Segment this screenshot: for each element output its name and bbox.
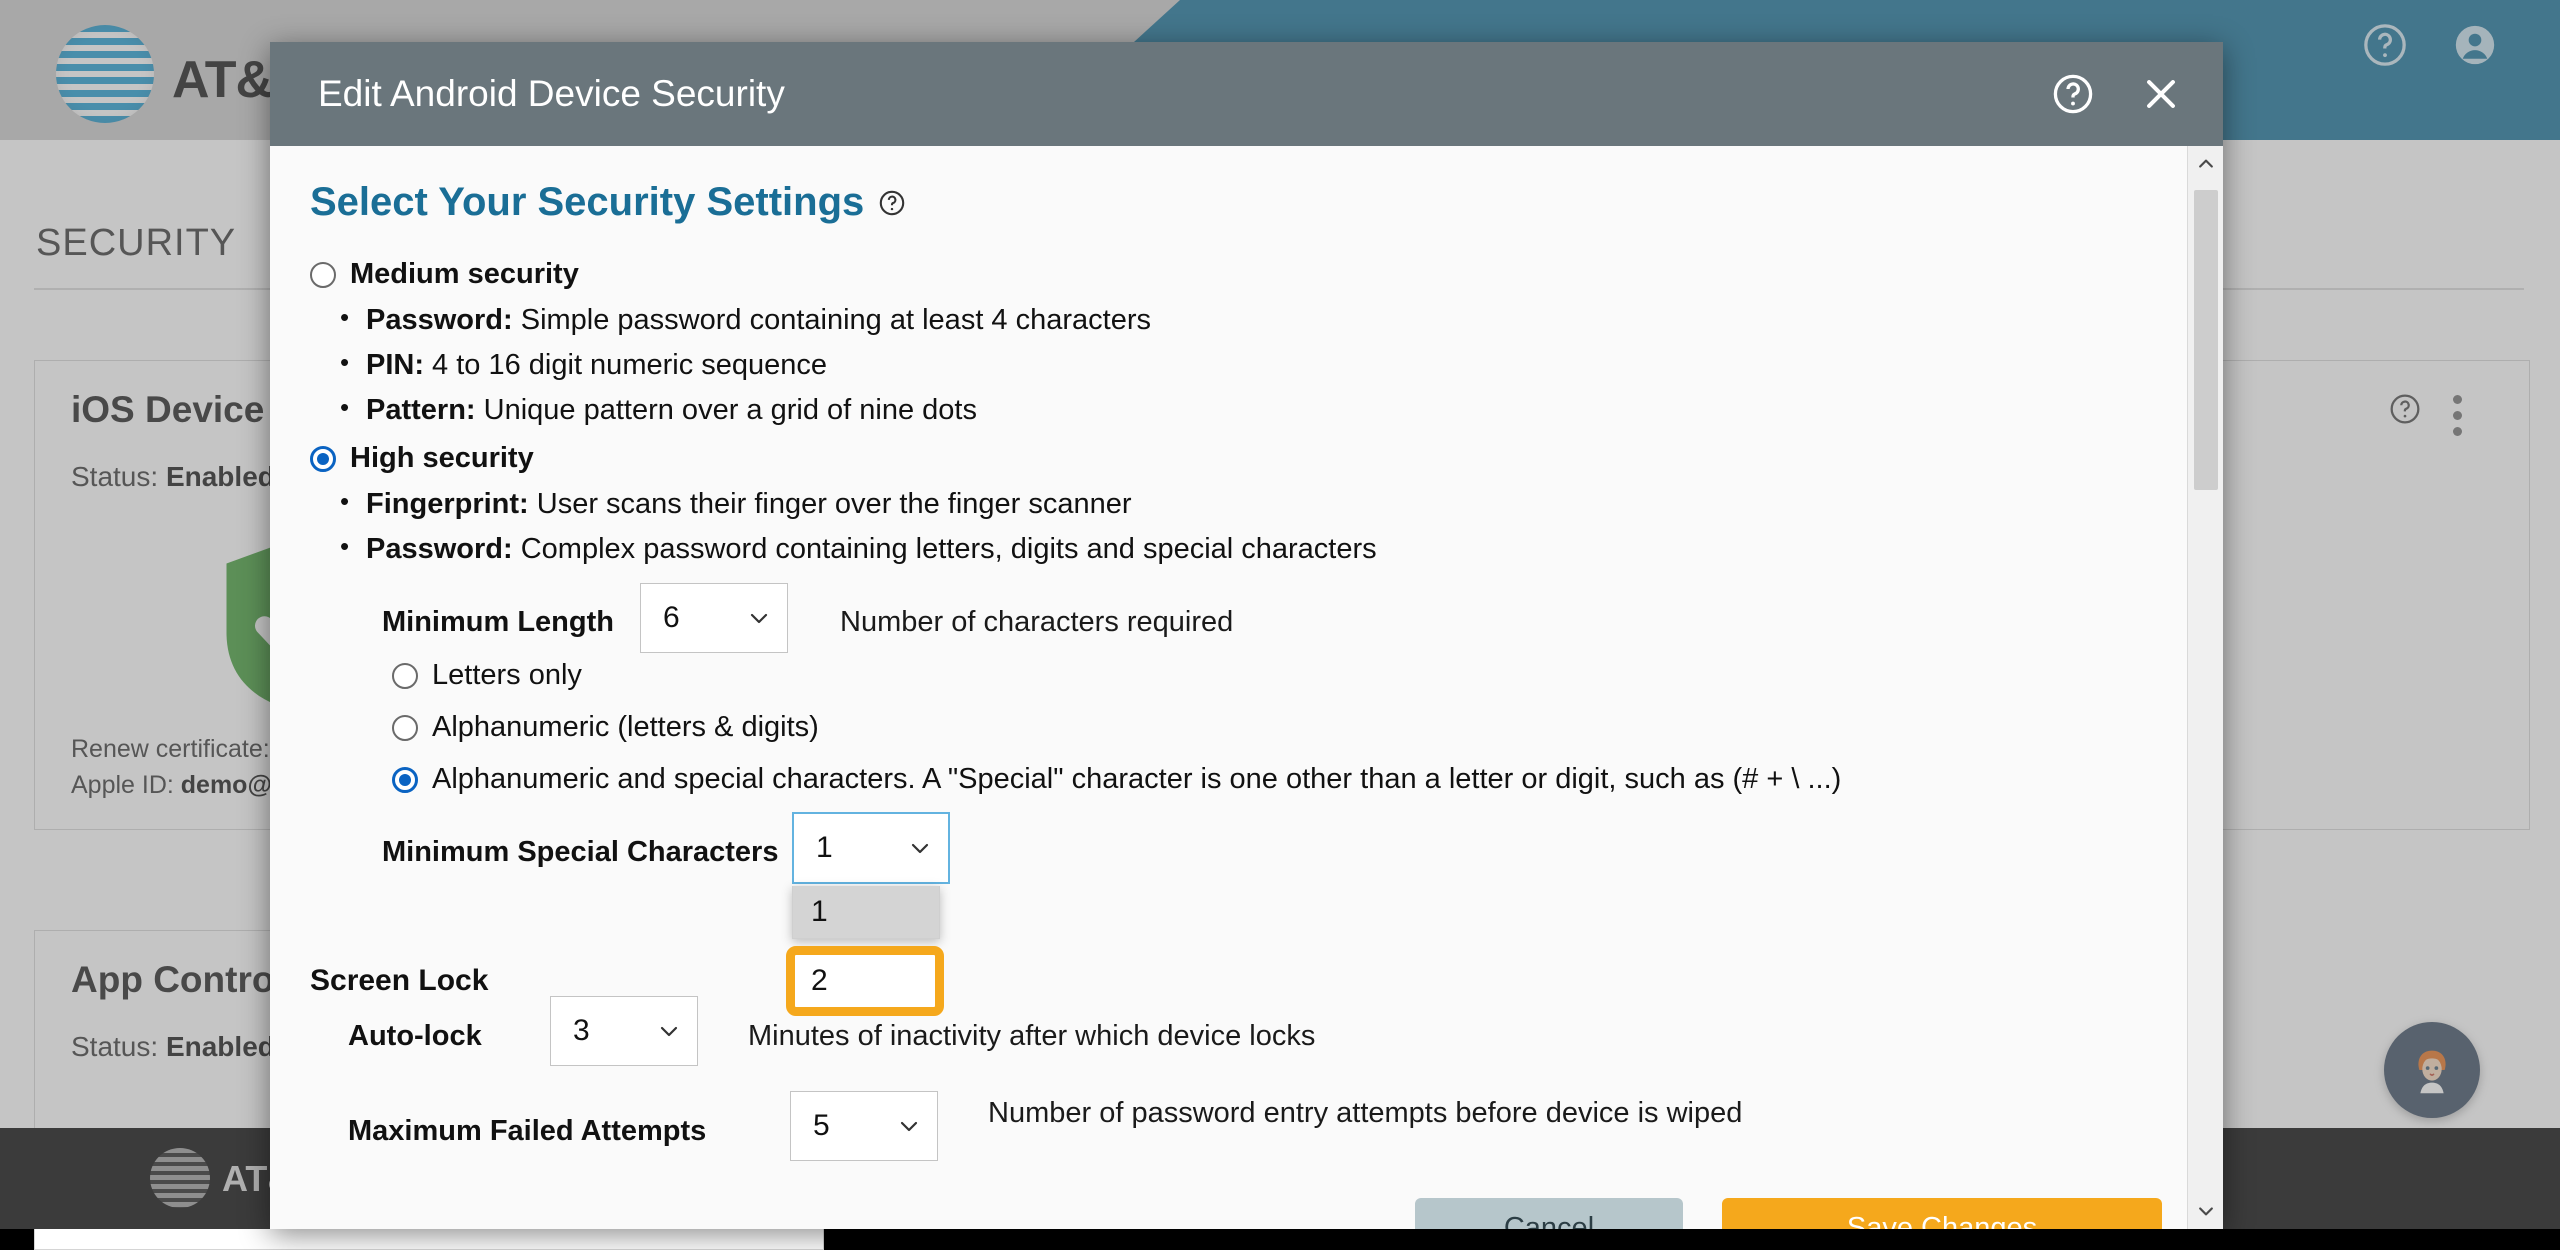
more-vertical-icon[interactable]	[2453, 395, 2463, 443]
card-status-label: Status:	[71, 1031, 158, 1062]
save-button[interactable]: Save Changes	[1722, 1198, 2162, 1229]
help-circle-icon[interactable]	[2362, 22, 2408, 68]
minimum-special-characters-select[interactable]: 1	[792, 812, 950, 884]
section-heading-text: Select Your Security Settings	[310, 180, 864, 225]
chevron-up-icon[interactable]	[2188, 146, 2223, 182]
dropdown-option-1[interactable]: 1	[793, 886, 939, 938]
apple-id-line: Apple ID: demo@ic	[71, 767, 293, 803]
card-status: Status: Enabled	[71, 1031, 275, 1063]
card-footer-lines: Renew certificate: 3 Apple ID: demo@ic	[71, 731, 293, 804]
auto-lock-label: Auto-lock	[348, 1020, 482, 1053]
maximum-failed-attempts-value: 5	[813, 1109, 830, 1143]
bullet-high-password: Password: Complex password containing le…	[366, 535, 1377, 564]
help-circle-icon[interactable]	[2051, 72, 2095, 116]
radio-indicator[interactable]	[310, 262, 336, 288]
card-status: Status: Enabled	[71, 461, 275, 493]
radio-medium-security[interactable]: Medium security	[310, 258, 579, 291]
modal-header-icon-group	[2051, 72, 2183, 116]
auto-lock-description: Minutes of inactivity after which device…	[748, 1020, 1315, 1053]
modal-body: Select Your Security Settings Medium sec…	[270, 146, 2223, 1229]
chevron-down-icon	[908, 836, 932, 860]
radio-indicator-selected[interactable]	[392, 767, 418, 793]
radio-alphanumeric-special[interactable]: Alphanumeric and special characters. A "…	[392, 763, 1841, 796]
att-globe-icon	[56, 25, 154, 123]
maximum-failed-attempts-label: Maximum Failed Attempts	[348, 1115, 706, 1148]
minimum-special-characters-value: 1	[816, 831, 833, 865]
assistant-avatar-icon[interactable]	[2384, 1022, 2480, 1118]
radio-label: Medium security	[350, 258, 579, 291]
user-account-icon[interactable]	[2452, 22, 2498, 68]
radio-high-security[interactable]: High security	[310, 442, 534, 475]
dropdown-option-2-label: 2	[811, 964, 828, 998]
radio-letters-only[interactable]: Letters only	[392, 659, 582, 692]
edit-android-device-security-modal: Edit Android Device Security	[270, 42, 2223, 1229]
maximum-failed-attempts-select[interactable]: 5	[790, 1091, 938, 1161]
screen-lock-section-label: Screen Lock	[310, 964, 488, 998]
chevron-down-icon	[657, 1019, 681, 1043]
card-status-value: Enabled	[166, 1031, 275, 1062]
radio-indicator-selected[interactable]	[310, 446, 336, 472]
radio-alphanumeric[interactable]: Alphanumeric (letters & digits)	[392, 711, 819, 744]
card-status-label: Status:	[71, 461, 158, 492]
page-title: SECURITY	[36, 222, 236, 265]
radio-label: High security	[350, 442, 534, 475]
minimum-length-value: 6	[663, 601, 680, 635]
bullet-medium-pin: PIN: 4 to 16 digit numeric sequence	[366, 351, 827, 380]
help-circle-icon[interactable]	[878, 189, 906, 217]
minimum-special-characters-dropdown[interactable]: 1	[792, 886, 940, 939]
cancel-button[interactable]: Cancel	[1415, 1198, 1683, 1229]
close-x-icon[interactable]	[2139, 72, 2183, 116]
minimum-length-select[interactable]: 6	[640, 583, 788, 653]
radio-label: Alphanumeric and special characters. A "…	[432, 763, 1841, 796]
chevron-down-icon	[897, 1114, 921, 1138]
auto-lock-value: 3	[573, 1014, 590, 1048]
section-heading: Select Your Security Settings	[310, 180, 906, 225]
card-status-value: Enabled	[166, 461, 275, 492]
topbar-icon-group	[2362, 22, 2498, 68]
dropdown-option-2-annotated[interactable]: 2	[786, 946, 944, 1016]
radio-label: Letters only	[432, 659, 582, 692]
auto-lock-select[interactable]: 3	[550, 996, 698, 1066]
minimum-special-characters-label: Minimum Special Characters	[382, 836, 778, 869]
minimum-length-label: Minimum Length	[382, 606, 614, 639]
att-globe-icon	[150, 1148, 210, 1208]
renew-certificate-line: Renew certificate: 3	[71, 731, 293, 767]
card-title: App Control	[71, 959, 285, 1001]
modal-scrollbar[interactable]	[2187, 146, 2223, 1229]
chevron-down-icon	[747, 606, 771, 630]
help-circle-icon[interactable]	[2389, 393, 2421, 425]
bullet-medium-pattern: Pattern: Unique pattern over a grid of n…	[366, 396, 977, 425]
radio-label: Alphanumeric (letters & digits)	[432, 711, 819, 744]
scrollbar-thumb[interactable]	[2194, 190, 2218, 490]
modal-header: Edit Android Device Security	[270, 42, 2223, 146]
chevron-down-icon[interactable]	[2188, 1193, 2223, 1229]
modal-title: Edit Android Device Security	[318, 73, 785, 115]
radio-indicator[interactable]	[392, 663, 418, 689]
minimum-length-description: Number of characters required	[840, 606, 1233, 639]
bullet-high-fingerprint: Fingerprint: User scans their finger ove…	[366, 490, 1132, 519]
bullet-medium-password: Password: Simple password containing at …	[366, 306, 1151, 335]
maximum-failed-attempts-description: Number of password entry attempts before…	[988, 1097, 1742, 1130]
radio-indicator[interactable]	[392, 715, 418, 741]
